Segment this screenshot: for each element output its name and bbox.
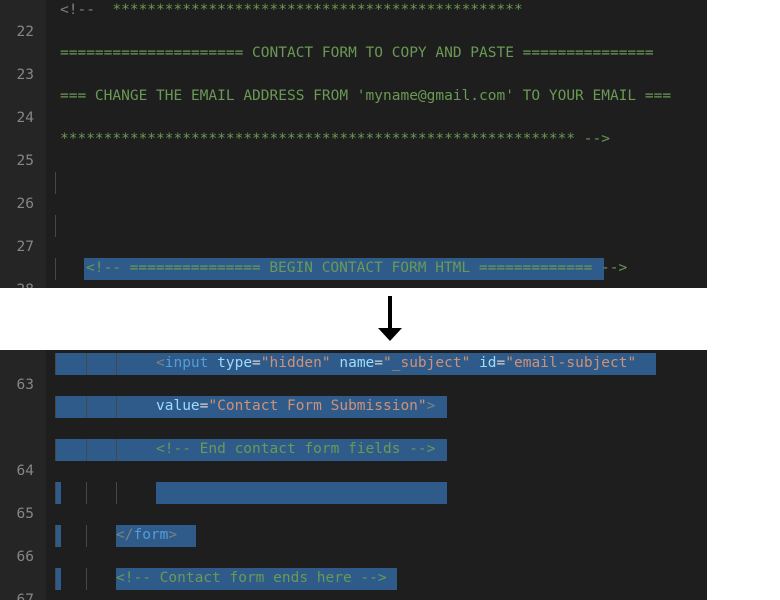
indent-guide <box>55 439 56 461</box>
line-text: ****************************************… <box>60 131 610 147</box>
code-editor-top-pane[interactable]: 22 <!-- ********************************… <box>0 0 707 288</box>
code-content-top[interactable]: 22 <!-- ********************************… <box>17 0 707 288</box>
line-number: 63 <box>16 376 34 393</box>
indent-guide <box>55 215 56 237</box>
line-number: 64 <box>16 462 34 479</box>
indent-guide <box>55 482 56 504</box>
code-content-bottom[interactable]: 63 <input type="hidden" name="_subject" … <box>17 350 707 600</box>
line-text: <!-- Contact form ends here --> <box>116 570 387 586</box>
code-line[interactable]: 64 <!-- End contact form fields --> <box>17 439 707 479</box>
indent-guide <box>55 258 56 280</box>
selection-highlight <box>156 482 447 504</box>
indent-guide <box>55 525 56 547</box>
indent-guide <box>86 396 87 418</box>
line-text: <!-- End contact form fields --> <box>156 441 436 457</box>
code-line[interactable]: 22 <!-- ********************************… <box>17 0 707 40</box>
code-editor-bottom-pane[interactable]: 63 <input type="hidden" name="_subject" … <box>0 350 707 600</box>
indent-guide <box>86 353 87 375</box>
line-number: 27 <box>16 238 34 255</box>
code-line[interactable]: 23 ===================== CONTACT FORM TO… <box>17 43 707 83</box>
code-line[interactable]: 28 <!-- =============== BEGIN CONTACT FO… <box>17 258 707 288</box>
indent-guide <box>116 482 117 504</box>
line-text: ===================== CONTACT FORM TO CO… <box>60 45 654 61</box>
indent-guide <box>116 439 117 461</box>
line-number: 26 <box>16 195 34 212</box>
code-line[interactable]: 63 <input type="hidden" name="_subject" … <box>17 353 707 393</box>
line-number: 67 <box>16 591 34 600</box>
indent-guide <box>55 568 56 590</box>
line-text: <!-- =============== BEGIN CONTACT FORM … <box>86 260 628 276</box>
indent-guide <box>116 353 117 375</box>
indent-guide <box>86 525 87 547</box>
indent-guide <box>55 172 56 194</box>
line-number: 66 <box>16 548 34 565</box>
code-line[interactable]: 25 *************************************… <box>17 129 707 169</box>
line-number: 24 <box>16 109 34 126</box>
line-number: 28 <box>0 280 34 289</box>
down-arrow-container <box>0 288 780 350</box>
indent-guide <box>55 396 56 418</box>
indent-guide <box>86 568 87 590</box>
line-text: === CHANGE THE EMAIL ADDRESS FROM 'mynam… <box>60 88 672 104</box>
indent-guide <box>55 353 56 375</box>
editor-screenshot: 22 <!-- ********************************… <box>0 0 780 600</box>
code-line[interactable]: 27 <box>17 215 707 255</box>
code-line[interactable]: 66 </form> <box>17 525 707 565</box>
line-text: <!-- ***********************************… <box>60 2 523 18</box>
down-arrow-icon <box>378 296 402 341</box>
code-line[interactable]: 24 === CHANGE THE EMAIL ADDRESS FROM 'my… <box>17 86 707 126</box>
indent-guide <box>86 482 87 504</box>
line-number: 65 <box>16 505 34 522</box>
code-line[interactable]: 26 <box>17 172 707 212</box>
line-text: </form> <box>116 527 178 543</box>
line-text: value="Contact Form Submission"> <box>156 398 436 414</box>
indent-guide <box>86 439 87 461</box>
code-line[interactable]: 65 <box>17 482 707 522</box>
indent-guide <box>116 396 117 418</box>
line-number: 22 <box>16 23 34 40</box>
code-line[interactable]: 67 <!-- Contact form ends here --> <box>17 568 707 600</box>
line-number: 23 <box>16 66 34 83</box>
line-number: 25 <box>16 152 34 169</box>
code-line-wrapped[interactable]: value="Contact Form Submission"> <box>46 396 707 418</box>
line-text: <input type="hidden" name="_subject" id=… <box>156 355 637 371</box>
